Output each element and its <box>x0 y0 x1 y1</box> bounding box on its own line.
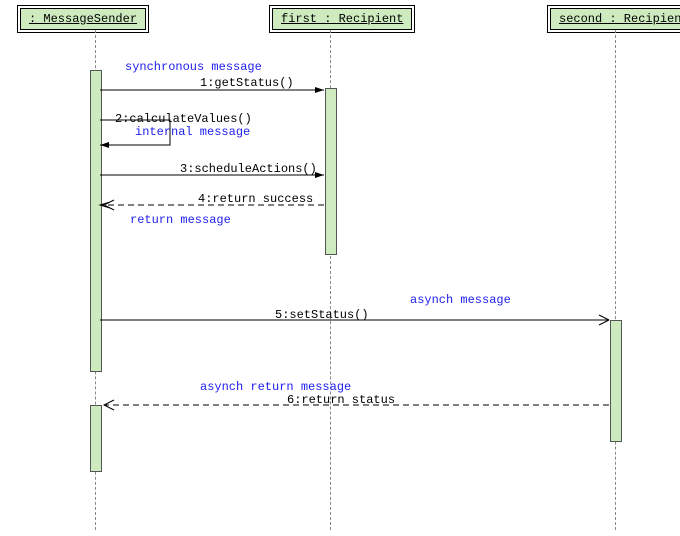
participant-sender-label: : MessageSender <box>29 12 137 26</box>
participant-second-label: second : Recipient <box>559 12 680 26</box>
msg-2-label: 2:calculateValues() <box>115 112 252 126</box>
msg-5-label: 5:setStatus() <box>275 308 369 322</box>
sequence-arrows <box>0 0 680 536</box>
msg-1-label: 1:getStatus() <box>200 76 294 90</box>
activation-first-1 <box>325 88 337 255</box>
msg-3-label: 3:scheduleActions() <box>180 162 317 176</box>
msg-4-label: 4:return success <box>198 192 313 206</box>
participant-first: first : Recipient <box>272 8 412 30</box>
msg-6-label: 6:return status <box>287 393 395 407</box>
lifeline-second <box>615 30 616 530</box>
participant-sender: : MessageSender <box>20 8 146 30</box>
note-asynch-ret: asynch return message <box>200 380 351 394</box>
activation-sender-1 <box>90 70 102 372</box>
activation-sender-2 <box>90 405 102 472</box>
note-internal: internal message <box>135 125 250 139</box>
note-asynch: asynch message <box>410 293 511 307</box>
activation-second-1 <box>610 320 622 442</box>
note-sync: synchronous message <box>125 60 262 74</box>
note-return: return message <box>130 213 231 227</box>
participant-second: second : Recipient <box>550 8 680 30</box>
participant-first-label: first : Recipient <box>281 12 403 26</box>
